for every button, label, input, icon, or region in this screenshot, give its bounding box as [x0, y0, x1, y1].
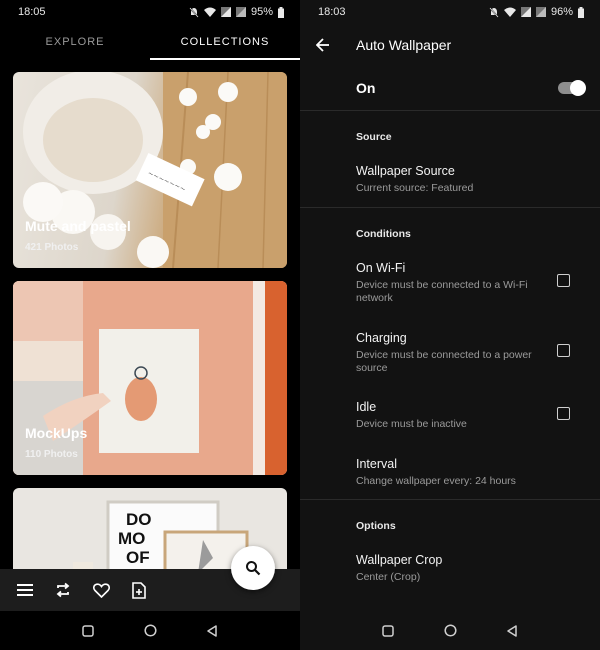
pref-title: Wallpaper Crop — [356, 553, 443, 567]
battery-icon — [578, 6, 584, 18]
pref-summary: Center (Crop) — [356, 571, 421, 583]
svg-text:DO: DO — [126, 510, 152, 529]
nav-home-button[interactable] — [442, 623, 458, 639]
search-icon — [246, 561, 261, 576]
charging-pref[interactable]: Charging Device must be connected to a p… — [300, 331, 600, 375]
notifications-off-icon — [489, 6, 499, 18]
system-nav-bar — [300, 611, 600, 650]
collection-title: MockUps — [25, 425, 88, 441]
collection-card[interactable]: MockUps 110 Photos — [13, 281, 287, 475]
switch-knob — [570, 80, 586, 96]
notifications-off-icon — [189, 6, 199, 18]
signal-icon — [520, 7, 531, 17]
circle-icon — [143, 624, 157, 637]
wifi-icon — [503, 7, 516, 17]
battery-icon — [278, 6, 284, 18]
tab-collections[interactable]: COLLECTIONS — [150, 26, 300, 60]
master-switch[interactable] — [558, 80, 586, 96]
interval-pref[interactable]: Interval Change wallpaper every: 24 hour… — [300, 457, 600, 488]
toolbar: Auto Wallpaper — [300, 26, 600, 64]
menu-icon — [17, 584, 33, 596]
tab-explore[interactable]: EXPLORE — [0, 26, 150, 60]
pref-summary: Device must be connected to a power sour… — [356, 349, 532, 374]
collections-screen: 18:05 95% EXPLORE COLLECTIONS ~~~~~~~ Mu… — [0, 0, 300, 650]
triangle-back-icon — [507, 624, 517, 637]
square-icon — [82, 624, 94, 637]
arrow-back-icon — [316, 38, 329, 52]
nav-recents-button[interactable] — [80, 623, 96, 639]
battery-percent: 96% — [550, 6, 573, 18]
favorites-button[interactable] — [82, 571, 120, 609]
collection-cover-image: ~~~~~~~ — [23, 72, 287, 268]
shuffle-button[interactable] — [44, 571, 82, 609]
collection-photo-count: 421 Photos — [25, 242, 79, 253]
section-header-conditions: Conditions — [356, 228, 411, 240]
search-button[interactable] — [231, 546, 275, 590]
signal-icon — [235, 7, 246, 17]
svg-text:MO: MO — [118, 529, 145, 548]
section-header-source: Source — [356, 131, 392, 143]
collection-card[interactable]: ~~~~~~~ Mute and pastel 421 Photos — [13, 72, 287, 268]
nav-home-button[interactable] — [142, 623, 158, 639]
nav-recents-button[interactable] — [380, 623, 396, 639]
svg-text:OF: OF — [126, 548, 150, 567]
page-title: Auto Wallpaper — [356, 37, 452, 53]
divider — [300, 110, 600, 111]
divider — [300, 207, 600, 208]
signal-icon — [220, 7, 231, 17]
signal-icon — [535, 7, 546, 17]
nav-back-button[interactable] — [204, 623, 220, 639]
idle-checkbox[interactable] — [557, 407, 570, 420]
pref-title: On Wi-Fi — [356, 261, 406, 275]
section-header-options: Options — [356, 520, 396, 532]
wallpaper-crop-pref[interactable]: Wallpaper Crop Center (Crop) — [300, 553, 600, 584]
idle-pref[interactable]: Idle Device must be inactive — [300, 400, 600, 431]
square-icon — [382, 624, 394, 637]
battery-percent: 95% — [250, 6, 273, 18]
pref-summary: Current source: Featured — [356, 182, 474, 194]
repeat-icon — [56, 582, 70, 598]
add-file-icon — [132, 581, 146, 599]
charging-checkbox[interactable] — [557, 344, 570, 357]
on-wifi-pref[interactable]: On Wi-Fi Device must be connected to a W… — [300, 261, 600, 305]
back-button[interactable] — [300, 26, 346, 64]
pref-summary: Change wallpaper every: 24 hours — [356, 475, 516, 487]
pref-title: Interval — [356, 457, 397, 471]
triangle-back-icon — [207, 624, 217, 637]
pref-summary: Device must be inactive — [356, 418, 467, 430]
pref-title: Idle — [356, 400, 377, 414]
add-collection-button[interactable] — [120, 571, 158, 609]
menu-button[interactable] — [6, 571, 44, 609]
pref-summary: Device must be connected to a Wi-Fi netw… — [356, 279, 528, 304]
on-wifi-checkbox[interactable] — [557, 274, 570, 287]
tab-bar: EXPLORE COLLECTIONS — [0, 26, 300, 60]
auto-wallpaper-screen: 18:03 96% Auto Wallpaper On Source Wallp… — [300, 0, 600, 650]
collection-title: Mute and pastel — [25, 218, 131, 234]
status-time: 18:05 — [18, 6, 46, 18]
nav-back-button[interactable] — [504, 623, 520, 639]
master-switch-label: On — [356, 80, 376, 96]
wallpaper-source-pref[interactable]: Wallpaper Source Current source: Feature… — [300, 164, 600, 195]
status-time: 18:03 — [318, 6, 346, 18]
pref-title: Wallpaper Source — [356, 164, 455, 178]
collection-photo-count: 110 Photos — [25, 449, 78, 460]
circle-icon — [443, 624, 457, 637]
wifi-icon — [203, 7, 216, 17]
status-bar: 18:05 95% — [0, 0, 300, 24]
heart-icon — [92, 582, 110, 598]
system-nav-bar — [0, 611, 300, 650]
pref-title: Charging — [356, 331, 407, 345]
collection-cover-image — [13, 281, 287, 475]
status-bar: 18:03 96% — [300, 0, 600, 24]
divider — [300, 499, 600, 500]
